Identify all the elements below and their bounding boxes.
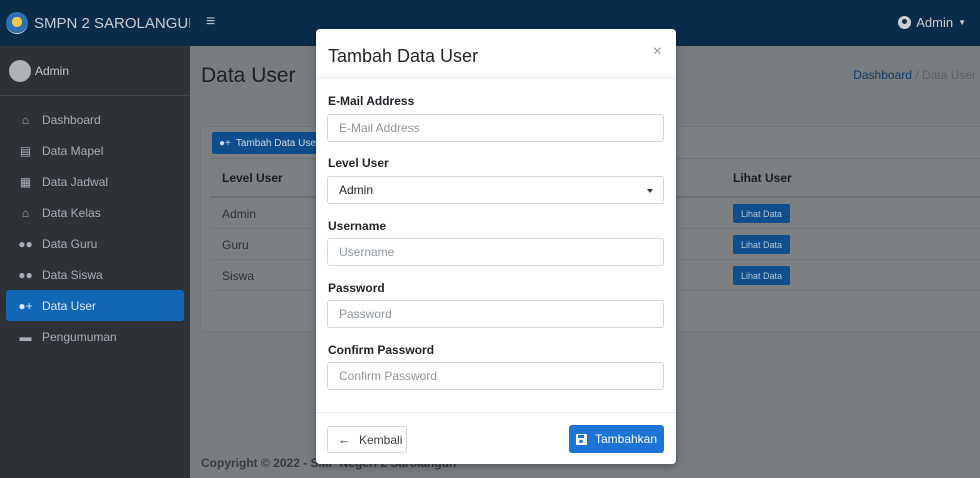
chevron-down-icon [647, 189, 653, 193]
users-icon: ●● [18, 236, 33, 251]
sidebar-item-dashboard[interactable]: ⌂ Dashboard [6, 104, 184, 135]
breadcrumb: Dashboard / Data User [853, 68, 976, 82]
page-title: Data User [201, 64, 296, 87]
sidebar-item-label: Dashboard [42, 112, 101, 127]
email-label: E-Mail Address [328, 94, 415, 108]
home-icon: ⌂ [21, 205, 30, 220]
sidebar-item-label: Data Guru [42, 236, 98, 251]
modal-title: Tambah Data User [328, 46, 479, 66]
calendar-icon: ▦ [19, 174, 32, 189]
brand-name: SMPN 2 SAROLANGUN [34, 14, 190, 32]
view-data-button[interactable]: Lihat Data [733, 204, 790, 223]
add-user-button-label: Tambah Data User [235, 137, 320, 149]
sidebar: Admin ⌂ Dashboard ▤ Data Mapel ▦ Data Jadwa… [0, 46, 190, 478]
user-plus-icon: ●+ [18, 298, 33, 313]
breadcrumb-separator: / [915, 68, 919, 82]
submit-button-label: Tambahkan [594, 432, 658, 446]
confirm-password-label: Confirm Password [328, 343, 435, 357]
username-label: Username [328, 219, 387, 233]
school-logo-icon [6, 12, 28, 34]
submit-button[interactable]: Tambahkan [569, 425, 664, 453]
sidebar-item-data-user[interactable]: ●+ Data User [6, 290, 184, 321]
brand[interactable]: SMPN 2 SAROLANGUN [0, 0, 190, 46]
close-icon[interactable]: × [653, 43, 662, 61]
level-cell: Admin [222, 207, 257, 221]
level-user-value: Admin [339, 183, 374, 197]
user-menu-label: Admin [916, 15, 954, 30]
add-user-button[interactable]: ●+ Tambah Data User [212, 132, 322, 154]
password-field[interactable] [327, 300, 664, 328]
sidebar-item-label: Pengumuman [42, 329, 117, 344]
sticky-note-icon: ▬ [19, 329, 32, 344]
user-circle-icon [898, 16, 912, 29]
sidebar-item-data-kelas[interactable]: ⌂ Data Kelas [6, 197, 184, 228]
sidebar-item-label: Data User [42, 298, 97, 313]
sidebar-item-data-siswa[interactable]: ●● Data Siswa [6, 259, 184, 290]
back-button-label: Kembali [359, 432, 403, 447]
arrow-left-icon: ← [338, 432, 351, 447]
header-level-user: Level User [222, 171, 283, 185]
header-lihat-user: Lihat User [733, 171, 792, 185]
sidebar-nav: ⌂ Dashboard ▤ Data Mapel ▦ Data Jadwal ⌂ Dat… [0, 96, 190, 352]
sidebar-profile[interactable]: Admin [0, 46, 190, 96]
sidebar-item-label: Data Mapel [42, 143, 104, 158]
save-icon [575, 433, 587, 445]
sidebar-item-label: Data Kelas [42, 205, 101, 220]
users-icon: ●● [18, 267, 33, 282]
sidebar-item-label: Data Siswa [42, 267, 103, 282]
sidebar-item-data-jadwal[interactable]: ▦ Data Jadwal [6, 166, 184, 197]
password-label: Password [328, 281, 385, 295]
sidebar-item-label: Data Jadwal [42, 174, 109, 189]
user-menu[interactable]: Admin ▼ [898, 15, 966, 30]
email-field[interactable] [327, 114, 664, 142]
breadcrumb-home-link[interactable]: Dashboard [853, 68, 912, 82]
view-data-button[interactable]: Lihat Data [733, 235, 790, 254]
breadcrumb-current: Data User [921, 68, 976, 82]
level-cell: Siswa [222, 269, 255, 283]
profile-name: Admin [35, 63, 70, 78]
level-cell: Guru [222, 238, 249, 252]
back-button[interactable]: ← Kembali [327, 426, 407, 453]
view-data-button[interactable]: Lihat Data [733, 266, 790, 285]
sidebar-item-data-mapel[interactable]: ▤ Data Mapel [6, 135, 184, 166]
level-user-select[interactable]: Admin [327, 176, 664, 204]
modal-header: Tambah Data User × [316, 29, 676, 78]
avatar [9, 59, 31, 82]
book-icon: ▤ [19, 143, 32, 158]
sidebar-item-data-guru[interactable]: ●● Data Guru [6, 228, 184, 259]
home-icon: ⌂ [21, 112, 30, 127]
add-user-modal: Tambah Data User × E-Mail Address Level … [316, 29, 676, 464]
confirm-password-field[interactable] [327, 362, 664, 390]
sidebar-item-pengumuman[interactable]: ▬ Pengumuman [6, 321, 184, 352]
sidebar-toggle-icon[interactable]: ≡ [206, 13, 215, 31]
user-plus-icon: ●+ [219, 137, 231, 149]
username-field[interactable] [327, 238, 664, 266]
modal-footer: ← Kembali Tambahkan [316, 412, 676, 464]
level-user-label: Level User [328, 156, 389, 170]
caret-down-icon: ▼ [958, 18, 966, 27]
